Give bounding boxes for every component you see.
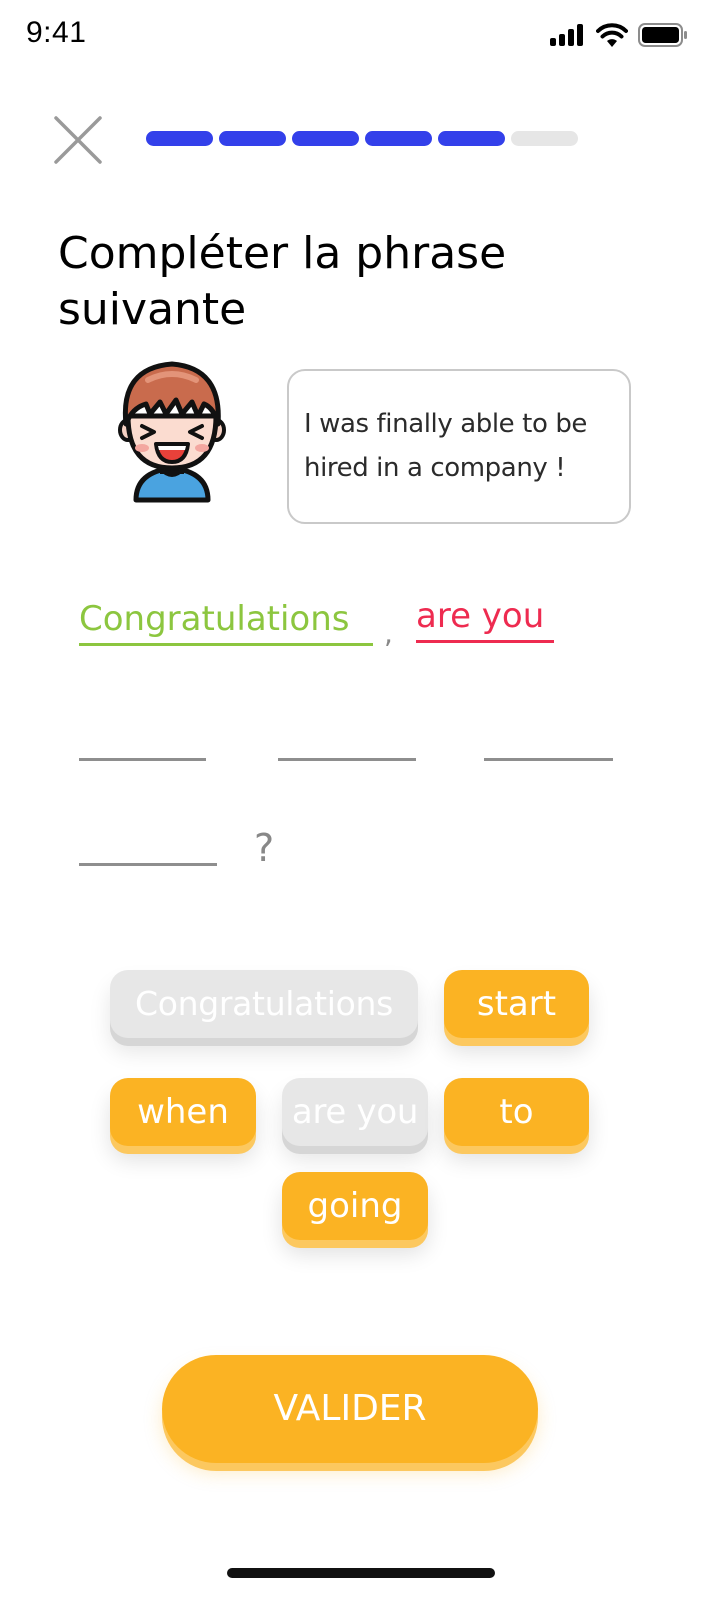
progress-segment [292,131,359,146]
progress-segment [511,131,578,146]
wifi-icon [596,23,628,47]
word-chip-start[interactable]: start [444,970,589,1038]
battery-icon [638,23,687,47]
word-chip-when[interactable]: when [110,1078,256,1146]
answer-slot-filled-incorrect[interactable]: are you [416,596,554,643]
answer-comma: , [384,617,393,650]
answer-slot-empty[interactable] [79,863,217,866]
answer-question-mark: ? [254,826,275,870]
speech-bubble-text: I was finally able to be hired in a comp… [304,409,588,483]
word-chip-are-you[interactable]: are you [282,1078,428,1146]
status-icons [550,18,688,52]
progress-segment [365,131,432,146]
home-indicator[interactable] [227,1568,495,1578]
status-time: 9:41 [26,16,87,49]
answer-slot-empty[interactable] [278,758,416,761]
character-avatar [118,360,226,508]
word-chip-congratulations[interactable]: Congratulations [110,970,418,1038]
laughing-boy-icon [118,361,226,503]
progress-segment [438,131,505,146]
close-icon [54,116,102,164]
exercise-title: Compléter la phrase suivante [58,228,507,335]
lesson-progress-bar [146,131,578,146]
progress-segment [219,131,286,146]
word-chip-going[interactable]: going [282,1172,428,1240]
validate-button[interactable]: VALIDER [162,1355,538,1463]
close-button[interactable] [52,114,104,166]
speech-bubble: I was finally able to be hired in a comp… [287,369,631,524]
signal-icon [550,24,583,46]
answer-slot-empty[interactable] [79,758,206,761]
answer-slot-empty[interactable] [484,758,613,761]
word-chip-to[interactable]: to [444,1078,589,1146]
progress-segment [146,131,213,146]
answer-slot-filled-correct[interactable]: Congratulations [79,599,373,646]
